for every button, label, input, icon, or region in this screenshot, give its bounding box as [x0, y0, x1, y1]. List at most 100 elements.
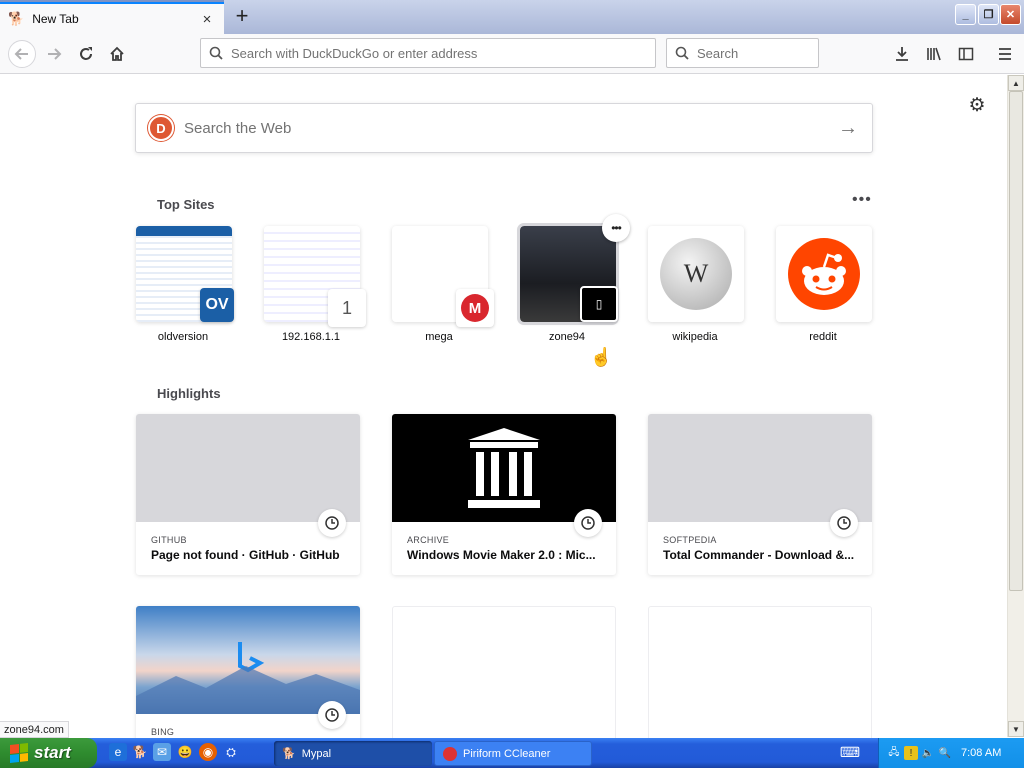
back-arrow-icon — [14, 48, 28, 60]
minimize-button[interactable]: _ — [955, 4, 976, 25]
menu-button[interactable] — [993, 42, 1017, 66]
tab-title: New Tab — [32, 12, 79, 26]
reload-button[interactable] — [74, 42, 98, 66]
sidebar-button[interactable] — [954, 42, 978, 66]
highlight-source: BING — [151, 727, 175, 737]
top-site-thumbnail — [776, 226, 872, 322]
top-site-mega[interactable]: M — [392, 226, 494, 327]
hamburger-icon — [999, 48, 1011, 60]
mega-m-icon: M — [461, 294, 489, 322]
tile-context-menu-button[interactable]: ••• — [602, 214, 630, 242]
router-number-icon: 1 — [328, 289, 366, 327]
messenger-smiley-icon[interactable]: 😀 — [176, 743, 194, 761]
oldversion-header — [136, 226, 232, 236]
home-button[interactable] — [105, 42, 129, 66]
outlook-express-icon[interactable]: ✉ — [153, 743, 171, 761]
clock: 7:08 AM — [961, 747, 1002, 759]
archive-building-icon — [468, 428, 540, 508]
highlight-thumbnail — [136, 606, 360, 714]
highlight-card[interactable]: BING — [136, 606, 360, 746]
top-site-label: oldversion — [157, 331, 209, 343]
tab-close-button[interactable]: × — [198, 11, 216, 28]
top-site-reddit[interactable] — [776, 226, 872, 322]
new-tab-button[interactable]: + — [230, 5, 254, 29]
forward-arrow-icon — [48, 48, 62, 60]
titlebar — [224, 0, 1024, 34]
top-site-zone94[interactable]: ▯ ••• — [517, 214, 630, 325]
wikipedia-globe-icon: W — [660, 238, 732, 310]
highlight-source: ARCHIVE — [407, 535, 450, 545]
duckduckgo-logo-icon: D — [148, 115, 174, 141]
library-icon — [927, 47, 941, 61]
highlight-thumbnail — [136, 414, 360, 522]
back-button[interactable] — [8, 40, 36, 68]
arrow-right-icon[interactable]: → — [838, 117, 858, 140]
network-tray-icon[interactable]: 🖧 — [887, 746, 901, 760]
highlight-thumbnail — [392, 414, 616, 522]
clock-icon — [574, 509, 602, 537]
url-bar[interactable]: Search with DuckDuckGo or enter address — [200, 38, 656, 68]
web-search-box[interactable]: D Search the Web → — [135, 103, 873, 153]
empty-highlight-card — [392, 606, 616, 746]
settings-gear-icon[interactable]: ⚙ — [966, 94, 988, 116]
system-tray: 🖧 ! 🔈 🔍 7:08 AM — [878, 738, 1024, 768]
mypal-logo-icon: 🐕 — [8, 11, 25, 26]
start-button[interactable]: start — [0, 738, 97, 768]
search-bar[interactable]: Search — [666, 38, 819, 68]
mypal-task-icon: 🐕 — [282, 748, 296, 760]
internet-explorer-icon[interactable]: e — [109, 743, 127, 761]
oldversion-logo-icon: OV — [200, 288, 234, 322]
reddit-alien-icon — [788, 238, 860, 310]
hand-cursor-icon: ☝ — [590, 347, 613, 367]
home-icon — [110, 46, 124, 61]
downloads-button[interactable] — [890, 42, 914, 66]
taskbar-item-label: Mypal — [301, 747, 332, 760]
mega-logo-icon: M — [456, 289, 494, 327]
windows-flag-icon — [10, 743, 28, 763]
top-site-label: wikipedia — [672, 331, 718, 343]
top-site-label: 192.168.1.1 — [281, 331, 341, 343]
sidebar-icon — [958, 47, 974, 61]
restore-button[interactable]: ❐ — [978, 4, 999, 25]
highlight-card[interactable]: GITHUB Page not found · GitHub · GitHub — [136, 414, 360, 575]
zone94-logo-icon: ▯ — [580, 286, 618, 322]
taskbar-item-ccleaner[interactable]: Piriform CCleaner — [434, 741, 592, 766]
mypal-quicklaunch-icon[interactable]: 🐕 — [131, 743, 149, 761]
highlights-heading: Highlights — [157, 386, 221, 401]
top-site-router[interactable]: 1 — [264, 226, 366, 327]
top-sites-more-button[interactable]: ••• — [852, 192, 876, 209]
security-shield-icon[interactable]: ! — [904, 746, 918, 760]
reload-icon — [80, 47, 92, 60]
highlight-card[interactable]: SOFTPEDIA Total Commander - Download &..… — [648, 414, 872, 575]
highlight-source: GITHUB — [151, 535, 187, 545]
firefox-icon[interactable]: ◉ — [199, 743, 217, 761]
top-site-wikipedia[interactable]: W — [648, 226, 744, 322]
empty-highlight-card — [648, 606, 872, 746]
library-button[interactable] — [922, 42, 946, 66]
search-tray-icon[interactable]: 🔍 — [938, 746, 952, 760]
scrollbar-thumb[interactable] — [1009, 91, 1023, 591]
highlight-title: Total Commander - Download &... — [663, 548, 855, 562]
close-window-button[interactable]: ✕ — [1000, 4, 1021, 25]
top-site-oldversion[interactable]: OV — [136, 226, 234, 322]
url-bar-placeholder: Search with DuckDuckGo or enter address — [231, 45, 478, 61]
start-label: start — [34, 743, 71, 762]
web-search-placeholder: Search the Web — [184, 119, 292, 137]
volume-tray-icon[interactable]: 🔈 — [921, 746, 935, 760]
highlight-source: SOFTPEDIA — [663, 535, 717, 545]
top-site-thumbnail: W — [648, 226, 744, 322]
status-bar: zone94.com — [0, 721, 69, 738]
ccleaner-task-icon — [443, 746, 457, 761]
highlight-card[interactable]: ARCHIVE Windows Movie Maker 2.0 : Mic... — [392, 414, 616, 575]
tab-new-tab[interactable]: 🐕 New Tab × — [0, 2, 224, 34]
scroll-down-button[interactable]: ▼ — [1008, 721, 1024, 737]
taskbar-item-mypal[interactable]: 🐕 Mypal — [274, 741, 432, 766]
search-icon — [209, 46, 223, 60]
search-bar-placeholder: Search — [697, 45, 739, 61]
forward-button[interactable] — [42, 42, 66, 66]
network-icon[interactable]: ⛭ — [222, 743, 240, 761]
keyboard-icon[interactable]: ⌨ — [840, 743, 860, 761]
scroll-up-button[interactable]: ▲ — [1008, 75, 1024, 91]
highlight-title: Windows Movie Maker 2.0 : Mic... — [407, 548, 596, 562]
clock-icon — [318, 509, 346, 537]
